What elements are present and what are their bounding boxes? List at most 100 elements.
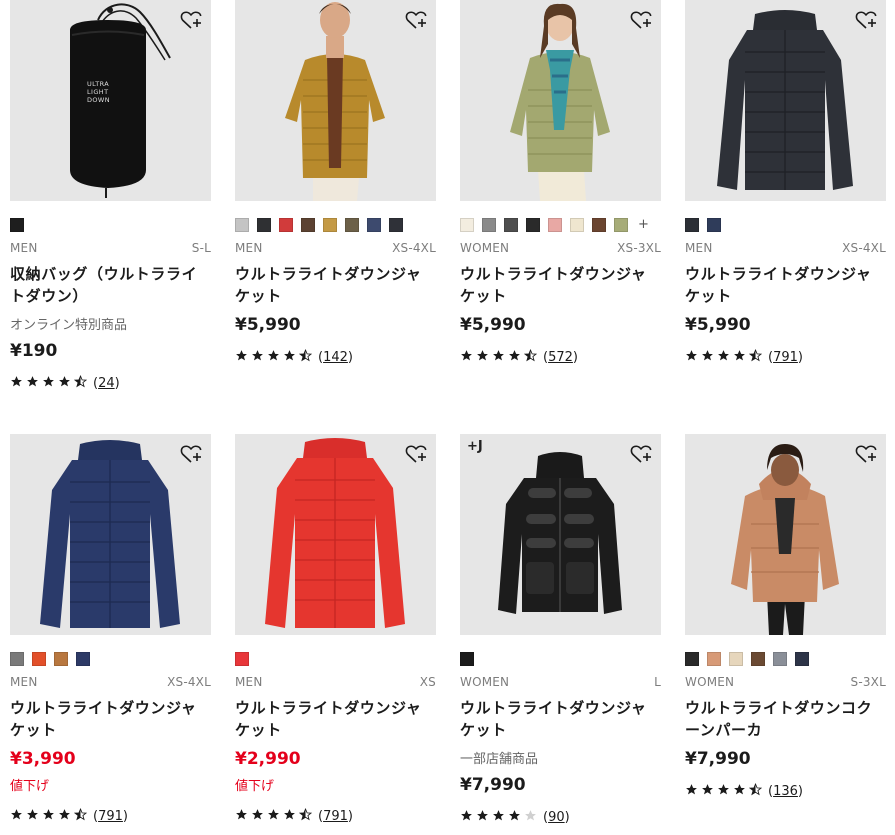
color-swatch[interactable] [773,651,787,666]
color-swatches [235,217,436,232]
color-swatch[interactable] [32,651,46,666]
color-swatch[interactable] [279,217,293,232]
availability-note: オンライン特別商品 [10,318,128,333]
product-image[interactable] [10,434,211,635]
color-swatch[interactable] [592,217,606,232]
color-swatch[interactable] [235,651,249,666]
star-icon [58,808,71,825]
color-swatch[interactable] [707,651,721,666]
color-swatch[interactable] [10,651,24,666]
color-swatch[interactable] [235,217,249,232]
size-range: XS-4XL [167,675,211,689]
star-icon [685,783,698,800]
color-swatch[interactable] [526,217,540,232]
product-card[interactable]: + WOMEN XS-3XL ウルトラライトダウンジャケット ¥5,990 (572) [460,0,661,366]
star-icon [267,349,280,366]
color-swatch[interactable] [345,217,359,232]
product-price: ¥5,990 [685,315,751,335]
product-name[interactable]: ウルトラライトダウンジャケット [10,697,211,741]
color-swatch[interactable] [504,217,518,232]
product-name[interactable]: ウルトラライトダウンジャケット [235,263,436,307]
review-count-link[interactable]: (791) [768,350,803,365]
product-name[interactable]: ウルトラライトダウンジャケット [685,263,886,307]
color-swatch[interactable] [548,217,562,232]
color-swatch[interactable] [323,217,337,232]
color-swatches [685,217,886,232]
product-name[interactable]: ウルトラライトダウンジャケット [460,697,661,741]
color-swatch[interactable] [729,651,743,666]
product-image[interactable] [685,434,886,635]
product-card[interactable]: WOMEN S-3XL ウルトラライトダウンコクーンパーカ ¥7,990 (136) [685,434,886,800]
color-swatch[interactable] [685,651,699,666]
color-swatch[interactable] [460,217,474,232]
size-range: XS [419,675,436,689]
product-image[interactable] [460,0,661,201]
color-swatch[interactable] [389,217,403,232]
product-card[interactable]: MEN XS-4XL ウルトラライトダウンジャケット ¥5,990 (791) [685,0,886,366]
color-swatch[interactable] [795,651,809,666]
rating-stars [235,807,313,825]
product-image[interactable]: ULTRA LIGHT DOWN [10,0,211,201]
color-swatch[interactable] [54,651,68,666]
review-count-link[interactable]: (136) [768,784,803,799]
more-colors-button[interactable]: + [638,217,649,232]
color-swatch[interactable] [482,217,496,232]
review-count-link[interactable]: (572) [543,350,578,365]
review-count-link[interactable]: (791) [93,809,128,824]
color-swatch[interactable] [367,217,381,232]
star-icon [10,375,23,392]
product-card[interactable]: MEN XS-4XL ウルトラライトダウンジャケット ¥3,990 値下げ (791) [10,434,211,825]
star-icon [523,348,538,366]
review-count-link[interactable]: (791) [318,809,353,824]
product-card[interactable]: ULTRA LIGHT DOWN MEN S-L 収納バッグ（ウルトラライトダウン… [10,0,211,392]
color-swatch[interactable] [301,217,315,232]
star-icon [460,809,473,826]
color-swatch[interactable] [614,217,628,232]
size-range: S-L [191,241,211,255]
favorite-add-icon[interactable] [179,442,203,466]
star-icon [298,807,313,825]
product-card[interactable]: MEN XS ウルトラライトダウンジャケット ¥2,990 値下げ (791) [235,434,436,825]
product-price: ¥5,990 [460,315,526,335]
product-rating: (791) [685,348,886,366]
color-swatch[interactable] [10,217,24,232]
product-card[interactable]: +J WOMEN L ウルトラライトダウンジャケット 一部店舗商品 ¥7,990 (90… [460,434,661,826]
review-count-link[interactable]: (90) [543,810,570,825]
product-image[interactable]: +J [460,434,661,635]
product-rating: (136) [685,782,886,800]
color-swatch[interactable] [751,651,765,666]
product-image[interactable] [235,0,436,201]
product-rating: (142) [235,348,436,366]
product-name[interactable]: ウルトラライトダウンジャケット [235,697,436,741]
gender-label: MEN [235,675,263,689]
favorite-add-icon[interactable] [629,442,653,466]
favorite-add-icon[interactable] [629,8,653,32]
favorite-add-icon[interactable] [179,8,203,32]
review-count-link[interactable]: (142) [318,350,353,365]
review-count-link[interactable]: (24) [93,376,120,391]
product-image[interactable] [685,0,886,201]
favorite-add-icon[interactable] [854,8,878,32]
product-name[interactable]: 収納バッグ（ウルトラライトダウン） [10,263,211,307]
favorite-add-icon[interactable] [404,8,428,32]
color-swatch[interactable] [460,651,474,666]
size-range: XS-4XL [842,241,886,255]
rating-stars [460,348,538,366]
product-name[interactable]: ウルトラライトダウンコクーンパーカ [685,697,886,741]
product-image[interactable] [235,434,436,635]
star-icon [524,809,537,826]
gender-label: WOMEN [460,241,510,255]
availability-note: 一部店舗商品 [460,752,539,767]
gender-label: WOMEN [460,675,510,689]
favorite-add-icon[interactable] [854,442,878,466]
favorite-add-icon[interactable] [404,442,428,466]
color-swatch[interactable] [570,217,584,232]
color-swatch[interactable] [76,651,90,666]
color-swatch[interactable] [685,217,699,232]
product-card[interactable]: MEN XS-4XL ウルトラライトダウンジャケット ¥5,990 (142) [235,0,436,366]
product-rating: (791) [10,807,211,825]
product-name[interactable]: ウルトラライトダウンジャケット [460,263,661,307]
product-meta: WOMEN L [460,675,661,689]
color-swatch[interactable] [257,217,271,232]
color-swatch[interactable] [707,217,721,232]
